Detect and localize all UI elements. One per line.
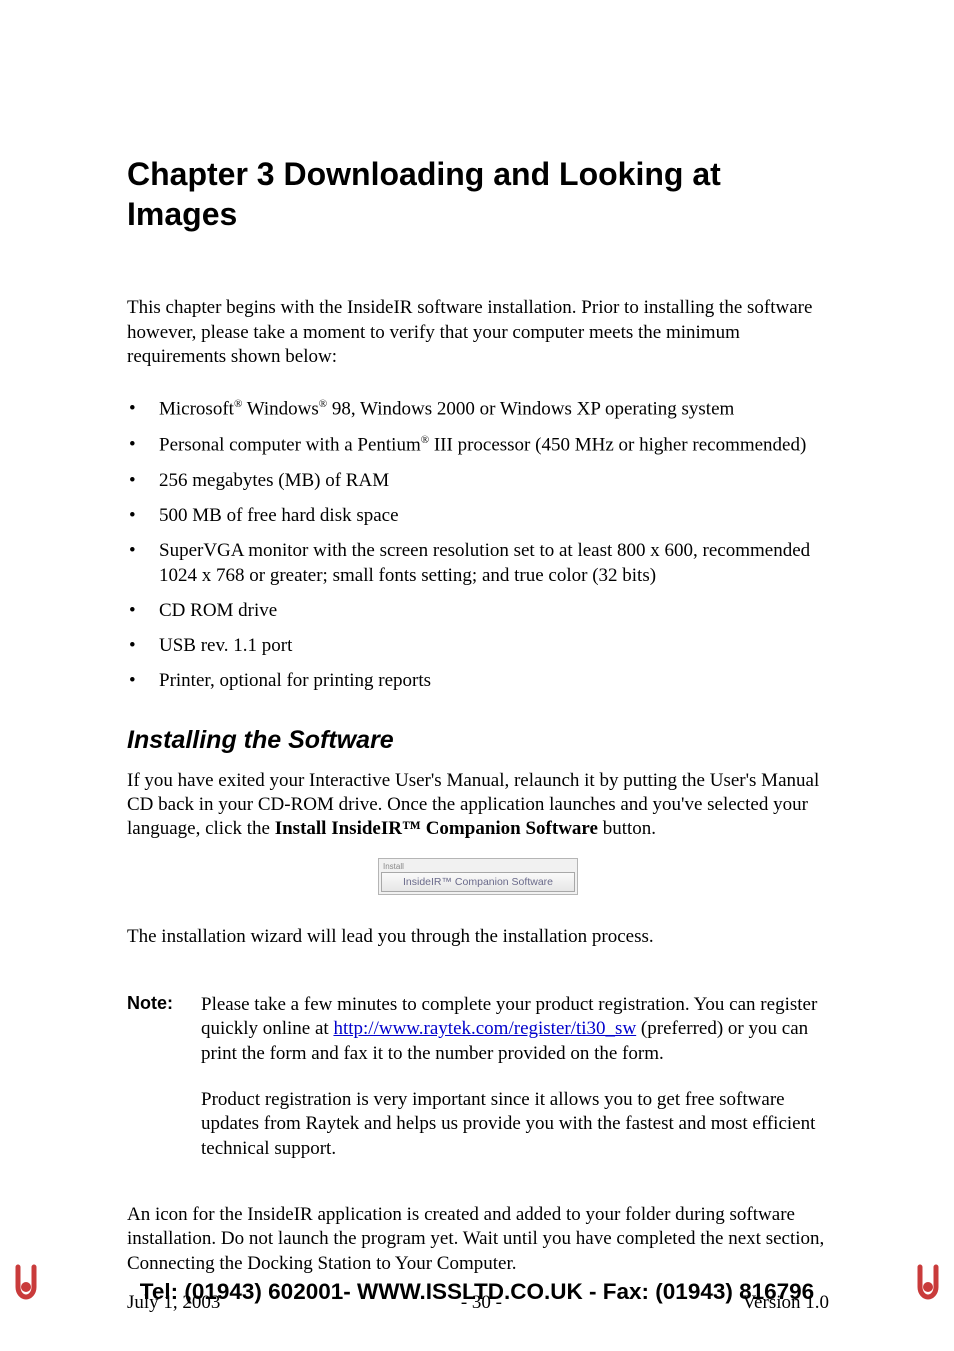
- list-item: 500 MB of free hard disk space: [157, 504, 829, 528]
- intro-paragraph: This chapter begins with the InsideIR so…: [127, 296, 829, 369]
- screenshot-button: InsideIR™ Companion Software: [381, 872, 575, 892]
- chapter-title: Chapter 3 Downloading and Looking at Ima…: [127, 155, 829, 234]
- body-paragraph: The installation wizard will lead you th…: [127, 925, 829, 949]
- req-text: Printer, optional for printing reports: [159, 670, 431, 691]
- body-paragraph: An icon for the InsideIR application is …: [127, 1203, 829, 1276]
- section-heading: Installing the Software: [127, 726, 829, 755]
- list-item: SuperVGA monitor with the screen resolut…: [157, 539, 829, 588]
- req-text: CD ROM drive: [159, 600, 277, 621]
- registered-mark: ®: [421, 434, 429, 446]
- req-text: SuperVGA monitor with the screen resolut…: [159, 540, 810, 585]
- note-text: Please take a few minutes to complete yo…: [201, 993, 829, 1183]
- list-item: Personal computer with a Pentium® III pr…: [157, 433, 829, 458]
- note-paragraph: Please take a few minutes to complete yo…: [201, 993, 829, 1066]
- note-block: Note: Please take a few minutes to compl…: [127, 993, 829, 1183]
- banner-text: Tel: (01943) 602001- WWW.ISSLTD.CO.UK - …: [140, 1279, 814, 1305]
- req-text: USB rev. 1.1 port: [159, 635, 292, 656]
- body-paragraph: If you have exited your Interactive User…: [127, 769, 829, 842]
- bold-text: Install InsideIR™ Companion Software: [275, 818, 598, 839]
- para-text: button.: [598, 818, 656, 839]
- registered-mark: ®: [319, 398, 327, 410]
- list-item: CD ROM drive: [157, 599, 829, 623]
- install-button-screenshot: Install InsideIR™ Companion Software: [378, 858, 578, 895]
- screenshot-label: Install: [381, 861, 575, 872]
- req-text: Microsoft: [159, 399, 234, 420]
- document-page: Chapter 3 Downloading and Looking at Ima…: [0, 0, 954, 1351]
- req-text: 500 MB of free hard disk space: [159, 505, 399, 526]
- bottom-banner: Tel: (01943) 602001- WWW.ISSLTD.CO.UK - …: [0, 1279, 954, 1305]
- req-text: 98, Windows 2000 or Windows XP operating…: [327, 399, 734, 420]
- note-label: Note:: [127, 993, 183, 1183]
- req-text: Windows: [242, 399, 318, 420]
- req-text: 256 megabytes (MB) of RAM: [159, 470, 389, 491]
- list-item: 256 megabytes (MB) of RAM: [157, 469, 829, 493]
- list-item: USB rev. 1.1 port: [157, 634, 829, 658]
- note-paragraph: Product registration is very important s…: [201, 1088, 829, 1161]
- list-item: Printer, optional for printing reports: [157, 669, 829, 693]
- registration-link[interactable]: http://www.raytek.com/register/ti30_sw: [333, 1018, 636, 1039]
- list-item: Microsoft® Windows® 98, Windows 2000 or …: [157, 397, 829, 422]
- button-screenshot-wrap: Install InsideIR™ Companion Software: [127, 858, 829, 895]
- req-text: Personal computer with a Pentium: [159, 434, 421, 455]
- requirements-list: Microsoft® Windows® 98, Windows 2000 or …: [127, 397, 829, 693]
- req-text: III processor (450 MHz or higher recomme…: [429, 434, 806, 455]
